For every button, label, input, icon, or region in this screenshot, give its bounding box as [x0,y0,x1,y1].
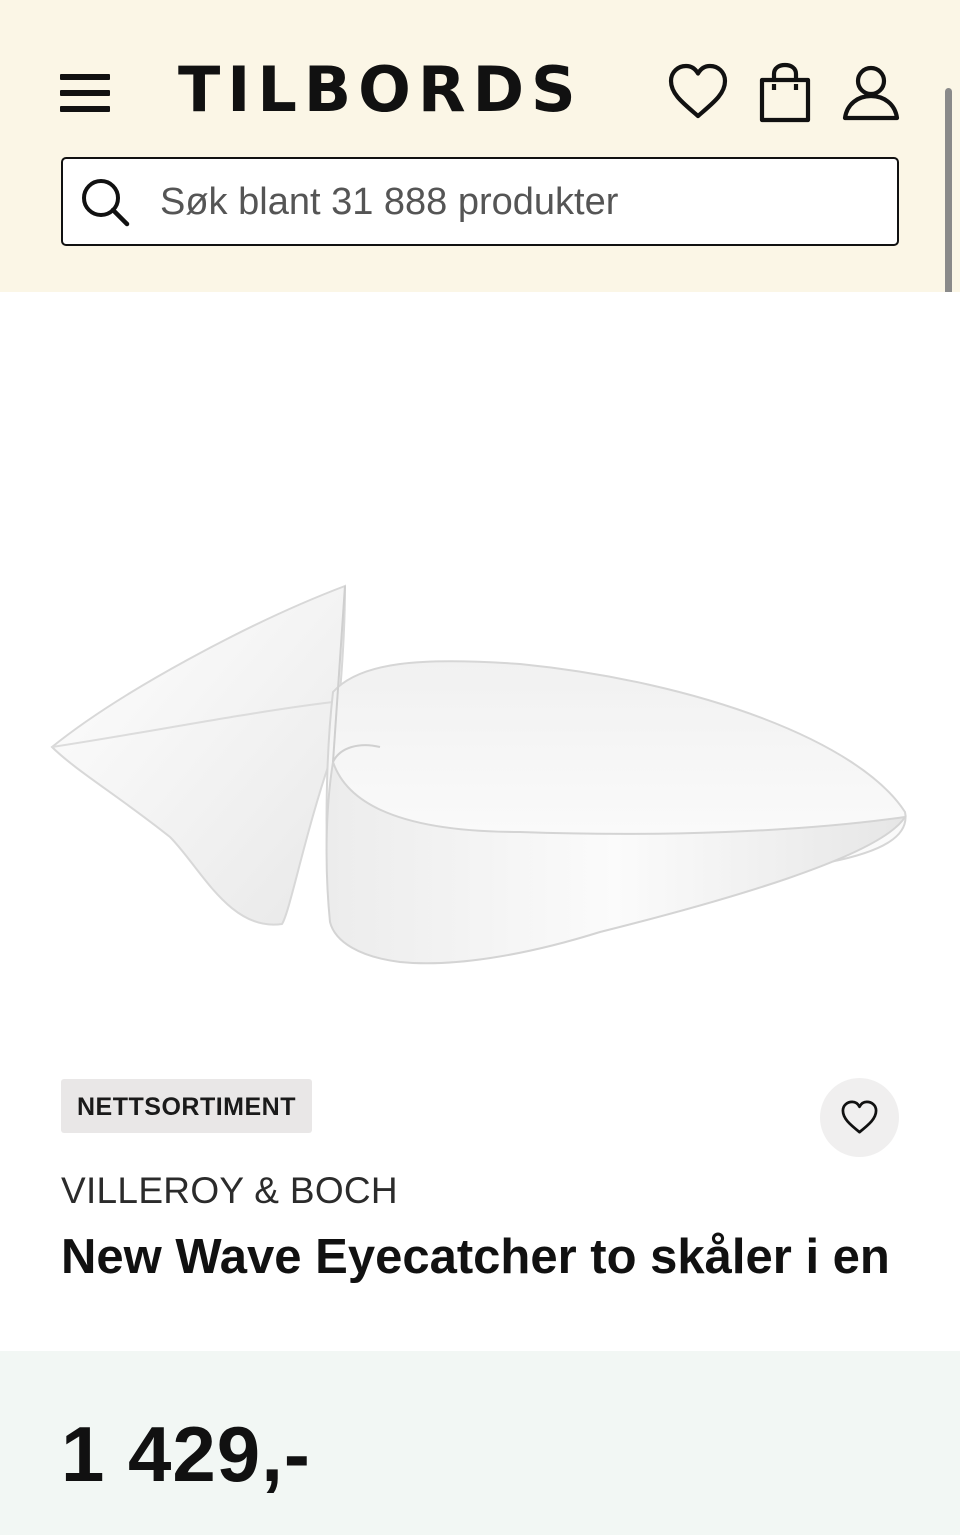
hamburger-menu-button[interactable] [60,70,112,116]
product-badge: NETTSORTIMENT [61,1079,312,1133]
heart-icon [841,1100,878,1134]
bowl-photo [50,584,907,965]
product-image[interactable] [0,292,960,1052]
shopping-bag-icon [759,62,811,123]
product-brand[interactable]: VILLEROY & BOCH [61,1168,398,1214]
add-to-wishlist-button[interactable] [820,1078,899,1157]
product-price: 1 429,- [61,1410,311,1498]
user-icon [842,65,900,121]
hamburger-line [60,106,110,112]
search-icon [82,179,130,227]
price-panel: 1 429,- [0,1351,960,1535]
search-bar[interactable] [61,157,899,246]
hamburger-menu-icon [60,74,110,80]
cart-button[interactable] [754,62,816,124]
search-input[interactable] [158,177,878,227]
account-button[interactable] [840,62,902,124]
site-logo[interactable]: TILBORDS [178,54,583,126]
heart-icon [668,63,728,119]
wishlist-button[interactable] [667,62,729,124]
hamburger-line [60,90,110,96]
product-title: New Wave Eyecatcher to skåler i en [61,1230,890,1284]
site-header: TILBORDS [0,0,960,468]
